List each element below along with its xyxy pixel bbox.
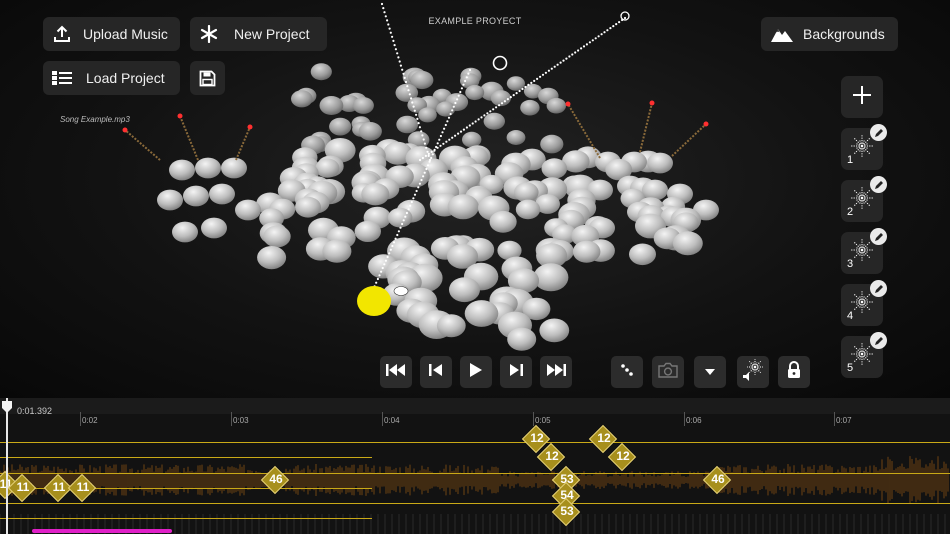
scene-viewport[interactable]: EXAMPLE PROYECT Song Example.mp3 Upload … (0, 0, 950, 398)
firework-slot-number: 2 (847, 206, 854, 218)
skip-to-start-button[interactable] (380, 356, 412, 388)
timeline[interactable]: 0:01.392 0:02 0:03 0:04 0:05 0:06 0:07 11 11 11… (0, 398, 950, 534)
track-line (0, 518, 372, 519)
edit-pencil-icon[interactable] (870, 228, 887, 245)
firework-slot-1[interactable]: 1 (841, 124, 887, 170)
upload-icon (53, 25, 71, 43)
firework-sound-icon (740, 357, 766, 388)
lock-button[interactable] (778, 356, 810, 388)
backgrounds-button[interactable]: Backgrounds (761, 17, 898, 51)
firework-marker[interactable]: 53 (551, 497, 581, 527)
points-icon (620, 363, 634, 382)
track-line (0, 457, 372, 458)
timeline-scrollbar[interactable] (32, 529, 172, 533)
mountain-icon (770, 25, 794, 43)
points-button[interactable] (611, 356, 643, 388)
backgrounds-label: Backgrounds (803, 26, 885, 42)
firework-slot-3[interactable]: 3 (841, 228, 887, 274)
load-project-button[interactable]: Load Project (43, 61, 180, 95)
edit-pencil-icon[interactable] (870, 332, 887, 349)
add-firework-button[interactable] (841, 76, 883, 118)
new-project-button[interactable]: New Project (190, 17, 327, 51)
plus-icon (852, 85, 872, 110)
upload-music-label: Upload Music (83, 26, 168, 42)
step-back-icon (428, 363, 444, 382)
marker-label: 12 (530, 431, 544, 445)
marker-label: 46 (269, 472, 283, 486)
camera-button[interactable] (652, 356, 684, 388)
track-line (0, 442, 950, 443)
track-line (0, 473, 950, 474)
play-button[interactable] (460, 356, 492, 388)
save-button[interactable] (190, 61, 225, 95)
marker-label: 12 (545, 449, 559, 463)
firework-marker[interactable]: 46 (260, 465, 290, 495)
marker-label: 11 (16, 480, 30, 494)
firework-marker[interactable]: 11 (67, 473, 97, 503)
track-line (0, 503, 950, 504)
step-forward-button[interactable] (500, 356, 532, 388)
step-back-button[interactable] (420, 356, 452, 388)
new-project-label: New Project (234, 26, 310, 42)
list-icon (52, 70, 72, 86)
firework-slot-2[interactable]: 2 (841, 176, 887, 222)
camera-icon (657, 362, 679, 383)
firework-marker[interactable]: 12 (536, 442, 566, 472)
save-icon (199, 70, 216, 87)
dropdown-button[interactable] (694, 356, 726, 388)
step-forward-icon (508, 363, 524, 382)
marker-label: 12 (597, 431, 611, 445)
skip-to-end-button[interactable] (540, 356, 572, 388)
firework-slot-number: 5 (847, 362, 854, 374)
firework-slot-number: 3 (847, 258, 854, 270)
edit-pencil-icon[interactable] (870, 280, 887, 297)
current-time-label: 0:01.392 (17, 406, 53, 416)
marker-label: 46 (711, 472, 725, 486)
timeline-ruler[interactable] (0, 398, 950, 414)
firework-marker[interactable]: 12 (607, 442, 637, 472)
playhead-handle[interactable] (1, 400, 13, 419)
firework-sound-button[interactable] (737, 356, 769, 388)
marker-label: 53 (560, 504, 574, 518)
asterisk-icon (200, 25, 218, 43)
play-icon (469, 362, 483, 383)
firework-marker[interactable]: 11 (7, 473, 37, 503)
upload-music-button[interactable]: Upload Music (43, 17, 180, 51)
firework-slot-number: 4 (847, 310, 854, 322)
song-file-label: Song Example.mp3 (60, 115, 130, 124)
dropdown-icon (704, 363, 716, 381)
firework-marker[interactable]: 11 (43, 473, 73, 503)
project-title: EXAMPLE PROYECT (428, 16, 522, 26)
firework-slot-4[interactable]: 4 (841, 280, 887, 326)
firework-marker[interactable]: 46 (702, 465, 732, 495)
edit-pencil-icon[interactable] (870, 124, 887, 141)
marker-label: 11 (76, 480, 90, 494)
lock-icon (787, 360, 801, 384)
crowd-scene (122, 2, 719, 351)
load-project-label: Load Project (86, 70, 165, 86)
skip-to-start-icon (386, 363, 406, 382)
edit-pencil-icon[interactable] (870, 176, 887, 193)
skip-to-end-icon (546, 363, 566, 382)
marker-label: 12 (616, 449, 630, 463)
firework-slot-5[interactable]: 5 (841, 332, 887, 378)
firework-slot-number: 1 (847, 154, 854, 166)
